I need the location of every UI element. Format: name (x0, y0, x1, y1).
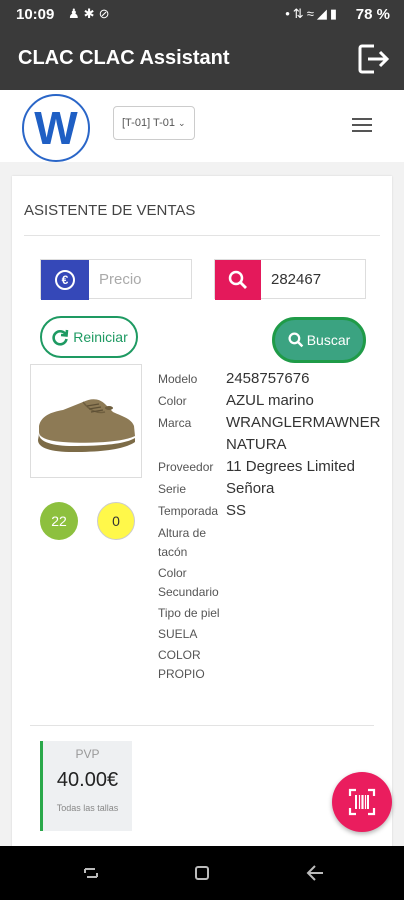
attribute-value: 11 Degrees Limited (226, 458, 355, 475)
hamburger-icon[interactable] (352, 118, 372, 136)
wifi-icon: ≈ (306, 6, 317, 21)
barcode-scan-icon (348, 788, 376, 816)
pvp-box: PVP 40.00€ Todas las tallas (40, 741, 132, 831)
home-icon[interactable] (189, 860, 215, 886)
recent-apps-icon[interactable] (78, 860, 104, 886)
attribute-row: Proveedor 11 Degrees Limited (158, 456, 388, 478)
back-icon[interactable] (302, 860, 328, 886)
attribute-row: COLOR PROPIO (158, 644, 388, 684)
attribute-label: Color (158, 394, 187, 408)
pvp-amount: 40.00€ (56, 769, 119, 791)
euro-addon: € (41, 260, 89, 300)
attribute-value: AZUL marino (226, 392, 314, 409)
store-selector[interactable]: [T-01] T-01 ⌄ (113, 106, 195, 140)
attribute-row: Tipo de piel (158, 602, 388, 623)
sales-assistant-card: ASISTENTE DE VENTAS € Reiniciar Buscar (12, 176, 392, 856)
search-button-label: Buscar (306, 332, 351, 348)
pvp-note: Todas las tallas (56, 803, 119, 813)
battery-percent: 78 % (355, 6, 390, 23)
shoe-image (38, 399, 135, 452)
chevron-down-icon: ⌄ (178, 118, 186, 128)
attribute-label: Marca (158, 416, 192, 430)
attribute-row: Color Secundario (158, 562, 388, 602)
attribute-value (226, 644, 388, 684)
attribute-label: Tipo de piel (158, 606, 220, 620)
reset-button[interactable]: Reiniciar (40, 316, 138, 358)
person-icon: ♟ (68, 6, 84, 21)
attribute-value: WRANGLERMAWNER NATURA (226, 414, 381, 453)
euro-icon: € (55, 270, 75, 290)
attribute-value: 2458757676 (226, 370, 310, 387)
brand-logo[interactable]: W (22, 94, 90, 162)
product-image[interactable] (30, 364, 142, 478)
app-bar: CLAC CLAC Assistant (0, 30, 404, 90)
attribute-row: Color AZUL marino (158, 390, 388, 412)
attribute-row: Modelo 2458757676 (158, 368, 388, 390)
attribute-label: COLOR PROPIO (158, 648, 205, 681)
price-input[interactable] (99, 260, 189, 298)
attribute-value (226, 522, 388, 562)
search-addon (215, 260, 261, 300)
top-nav: W [T-01] T-01 ⌄ (0, 90, 404, 162)
logo-letter: W (34, 102, 78, 154)
bluetooth-icon: ⇅ (292, 6, 307, 21)
attribute-label: Modelo (158, 372, 198, 386)
pvp-label: PVP (75, 747, 100, 761)
price-field: € (40, 259, 192, 300)
reset-button-label: Reiniciar (73, 329, 128, 345)
code-input[interactable] (271, 260, 363, 298)
attribute-value (226, 602, 388, 623)
attribute-label: SUELA (158, 627, 198, 641)
attribute-value: SS (226, 502, 247, 519)
attribute-value (226, 562, 388, 602)
app-title: CLAC CLAC Assistant (18, 47, 230, 69)
divider (24, 235, 380, 236)
dot-icon: • (285, 6, 293, 21)
barcode-scan-button[interactable] (332, 772, 392, 832)
store-selector-value: [T-01] T-01 (122, 117, 175, 129)
attribute-label: Altura de tacón (158, 526, 207, 559)
system-nav-bar (0, 846, 404, 900)
attribute-label: Serie (158, 482, 187, 496)
code-field (214, 259, 366, 300)
status-right-icons: •⇅≈◢▮ (285, 6, 340, 22)
search-icon (228, 270, 247, 289)
search-button[interactable]: Buscar (272, 317, 366, 363)
attribute-label: Color Secundario (158, 566, 219, 599)
signal-icon: ◢ (316, 6, 330, 21)
attribute-row: SUELA (158, 623, 388, 644)
status-left-icons: ♟✱⊘ (68, 6, 113, 22)
attribute-value: Señora (226, 480, 275, 497)
attribute-row: Altura de tacón (158, 522, 388, 562)
attribute-label: Proveedor (158, 460, 214, 474)
status-time: 10:09 (16, 6, 55, 23)
status-bar: 10:09 ♟✱⊘ •⇅≈◢▮ 78 % (0, 0, 404, 30)
product-attributes: Modelo 2458757676 Color AZUL marino Marca W… (158, 368, 388, 684)
divider (30, 725, 374, 726)
card-title: ASISTENTE DE VENTAS (24, 202, 196, 219)
attribute-row: Serie Señora (158, 478, 388, 500)
attribute-row: Marca WRANGLERMAWNER NATURA (158, 412, 388, 456)
search-icon (288, 332, 303, 348)
battery-icon: ▮ (329, 6, 340, 21)
blocked-icon: ⊘ (98, 6, 114, 21)
stock-badge: 22 (40, 502, 78, 540)
logout-icon[interactable] (356, 42, 390, 76)
attribute-value (226, 623, 388, 644)
attribute-label: Temporada (158, 504, 219, 518)
notification-icon: ✱ (83, 6, 99, 21)
refresh-icon (52, 329, 69, 346)
pending-badge: 0 (97, 502, 135, 540)
attribute-row: Temporada SS (158, 500, 388, 522)
